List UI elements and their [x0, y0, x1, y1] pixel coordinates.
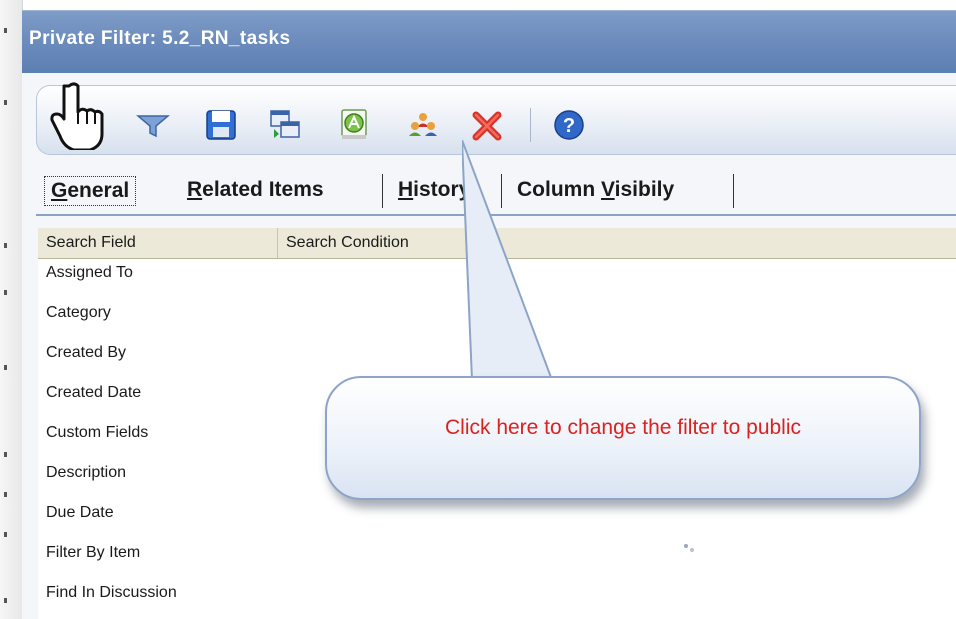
callout-text: Click here to change the filter to publi…: [444, 416, 802, 439]
tab-column-visibility-label: isibily: [614, 178, 675, 201]
column-header-search-field[interactable]: Search Field: [38, 228, 278, 258]
copy-button[interactable]: [268, 108, 302, 142]
filter-button[interactable]: [136, 108, 170, 142]
edge-mark: [4, 452, 7, 457]
save-button[interactable]: [204, 108, 238, 142]
help-question-icon: ?: [554, 110, 584, 140]
busy-indicator-icon: [684, 544, 694, 552]
edge-mark: [4, 100, 7, 105]
tab-general-access-key: G: [51, 179, 68, 202]
edge-mark: [4, 28, 7, 33]
delete-x-icon: [472, 111, 502, 141]
rename-a-icon: [341, 109, 367, 139]
callout-bubble: Click here to change the filter to publi…: [325, 376, 921, 500]
edge-mark: [4, 290, 7, 295]
tab-separator: [733, 174, 734, 208]
rename-button[interactable]: [337, 108, 371, 142]
tab-separator: [382, 174, 383, 208]
tab-related-items-label: elated Items: [202, 178, 324, 201]
hand-pointer-icon: [50, 82, 104, 150]
left-edge-strip: [0, 0, 23, 619]
tab-general-label: eneral: [67, 179, 130, 202]
help-button[interactable]: ?: [552, 108, 586, 142]
delete-button[interactable]: [470, 108, 504, 142]
column-header-search-condition[interactable]: Search Condition: [278, 228, 956, 258]
edge-mark: [4, 598, 7, 603]
tab-related-items-access-key: R: [187, 178, 203, 201]
callout-pointer: [462, 140, 554, 381]
save-floppy-icon: [206, 110, 236, 140]
make-public-button[interactable]: [406, 108, 440, 142]
tab-related-items[interactable]: Related Items: [181, 176, 330, 204]
tab-column-visibility-access-key: V: [601, 178, 615, 201]
private-filter-window: Private Filter: 5.2_RN_tasks ? General R…: [22, 10, 956, 619]
edge-mark: [4, 365, 7, 370]
tab-history-access-key: H: [398, 178, 414, 201]
table-row[interactable]: Due Date: [38, 498, 956, 538]
title-bar[interactable]: Private Filter: 5.2_RN_tasks: [22, 10, 956, 73]
copy-windows-icon: [270, 110, 300, 138]
svg-text:?: ?: [563, 115, 575, 137]
window-title: Private Filter: 5.2_RN_tasks: [29, 28, 291, 49]
table-row[interactable]: Filter By Item: [38, 538, 956, 578]
edge-mark: [4, 243, 7, 248]
edge-mark: [4, 492, 7, 497]
toolbar-separator: [530, 108, 531, 142]
edge-mark: [4, 532, 7, 537]
filter-funnel-icon: [136, 115, 170, 138]
public-users-icon: [409, 113, 437, 136]
tab-general[interactable]: General: [44, 176, 137, 206]
table-row[interactable]: Find In Discussion: [38, 578, 956, 618]
